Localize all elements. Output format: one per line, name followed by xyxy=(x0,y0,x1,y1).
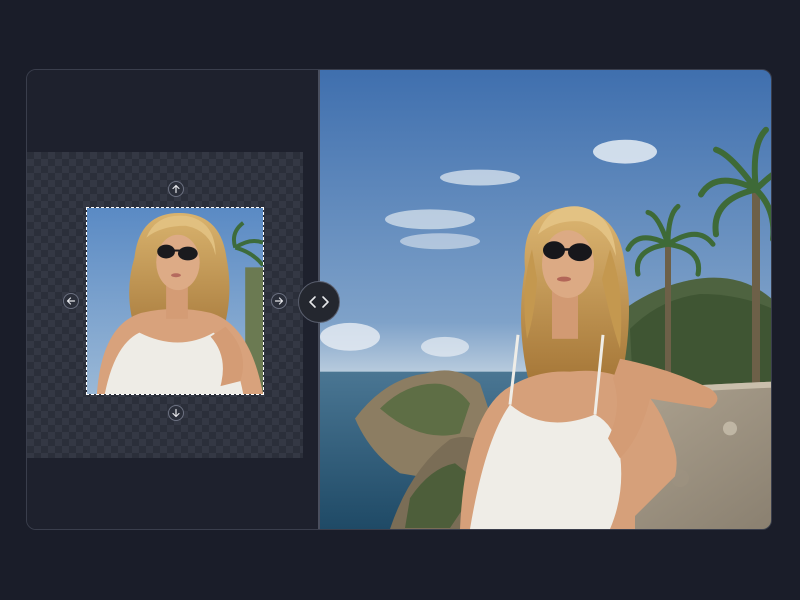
arrow-up-icon xyxy=(172,184,180,194)
chevron-left-right-icon xyxy=(309,296,329,308)
result-image-panel xyxy=(320,70,771,529)
compare-slider-handle[interactable] xyxy=(298,281,340,323)
comparison-frame xyxy=(26,69,772,530)
expanded-result-image xyxy=(320,70,771,529)
expand-up-handle[interactable] xyxy=(168,181,184,197)
editor-stage xyxy=(0,0,800,600)
left-canvas-panel xyxy=(27,70,318,529)
arrow-right-icon xyxy=(274,297,284,305)
crop-selection-box[interactable] xyxy=(86,207,264,395)
expand-left-handle[interactable] xyxy=(63,293,79,309)
expand-right-handle[interactable] xyxy=(271,293,287,309)
expand-down-handle[interactable] xyxy=(168,405,184,421)
original-image-thumbnail xyxy=(87,208,263,394)
arrow-left-icon xyxy=(66,297,76,305)
arrow-down-icon xyxy=(172,408,180,418)
